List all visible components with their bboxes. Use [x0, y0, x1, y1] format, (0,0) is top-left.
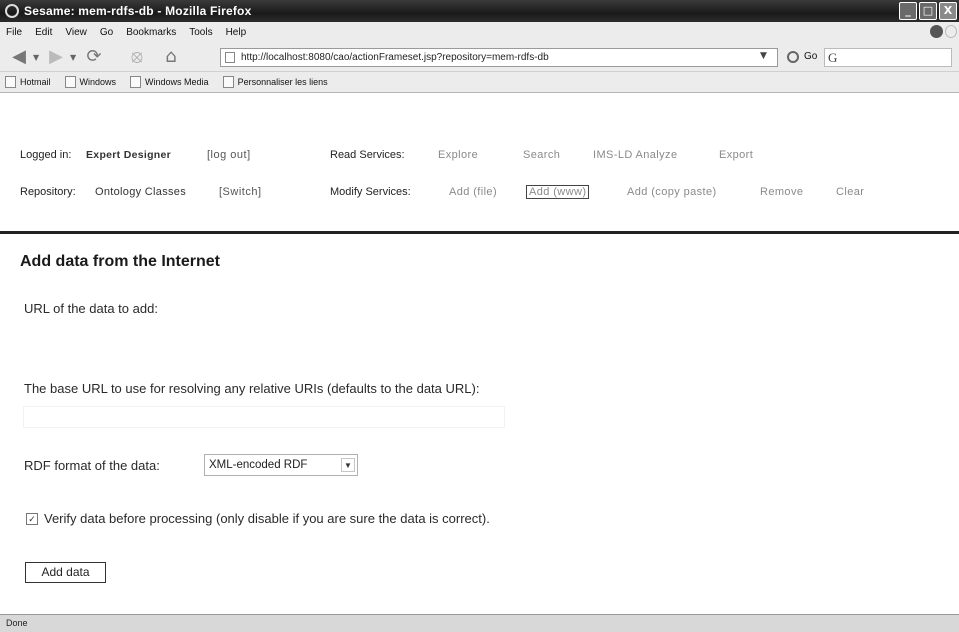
- search-input[interactable]: G: [824, 48, 952, 67]
- rdf-format-label: RDF format of the data:: [24, 458, 160, 473]
- go-icon[interactable]: [787, 51, 799, 63]
- maximize-button[interactable]: □: [919, 2, 937, 20]
- logout-link[interactable]: [log out]: [207, 149, 251, 161]
- read-service-search[interactable]: Search: [523, 149, 560, 161]
- bookmark-label: Personnaliser les liens: [237, 77, 328, 87]
- page-title: Add data from the Internet: [20, 253, 221, 270]
- go-button[interactable]: Go: [804, 51, 817, 62]
- menu-edit[interactable]: Edit: [35, 27, 52, 38]
- stop-icon[interactable]: ⦻: [126, 47, 148, 67]
- bookmark-page-icon: [64, 76, 76, 88]
- modify-service-add-www[interactable]: Add (www): [526, 185, 590, 199]
- bookmark-label: Windows: [79, 77, 117, 87]
- repository-label: Repository:: [20, 186, 76, 198]
- minimize-button[interactable]: _: [899, 2, 917, 20]
- menu-go[interactable]: Go: [100, 27, 113, 38]
- bookmark-page-icon: [222, 76, 234, 88]
- modify-service-add-copy-paste[interactable]: Add (copy paste): [627, 186, 717, 198]
- verify-label: Verify data before processing (only disa…: [44, 511, 490, 526]
- close-button[interactable]: X: [939, 2, 957, 20]
- rdf-format-selected: XML-encoded RDF: [209, 459, 308, 471]
- modify-service-clear[interactable]: Clear: [836, 186, 864, 198]
- status-text: Done: [6, 618, 28, 628]
- logged-in-label: Logged in:: [20, 149, 72, 161]
- bookmark-label: Windows Media: [145, 77, 209, 87]
- forward-dropdown-icon[interactable]: ▼: [70, 53, 76, 62]
- add-data-button[interactable]: Add data: [25, 562, 106, 583]
- back-dropdown-icon[interactable]: ▼: [33, 53, 39, 62]
- bookmark-personnaliser[interactable]: Personnaliser les liens: [222, 76, 328, 88]
- read-service-ims-ld-analyze[interactable]: IMS-LD Analyze: [593, 149, 677, 161]
- navigation-toolbar: ◀ ▼ ▶ ▼ ⟳ ⦻ ⌂ http://localhost:8080/cao/…: [0, 42, 959, 72]
- chevron-down-icon[interactable]: ▼: [341, 458, 355, 472]
- firefox-app-icon: [5, 4, 19, 18]
- menu-tools[interactable]: Tools: [189, 27, 212, 38]
- sesame-header-frame: Logged in: Expert Designer [log out] Rea…: [0, 94, 959, 231]
- address-dropdown-icon[interactable]: ▼: [760, 51, 767, 61]
- bookmark-hotmail[interactable]: Hotmail: [5, 76, 51, 88]
- bookmark-windows-media[interactable]: Windows Media: [130, 76, 209, 88]
- window-controls: _ □ X: [899, 2, 957, 20]
- page-icon: [225, 52, 235, 63]
- modify-service-remove[interactable]: Remove: [760, 186, 803, 198]
- read-service-export[interactable]: Export: [719, 149, 753, 161]
- status-bar: Done: [0, 614, 959, 632]
- throbber-icon: [930, 25, 943, 38]
- home-icon[interactable]: ⌂: [160, 47, 182, 67]
- modify-service-add-file[interactable]: Add (file): [449, 186, 497, 198]
- window-title-bar: Sesame: mem-rdfs-db - Mozilla Firefox _ …: [0, 0, 959, 22]
- reload-icon[interactable]: ⟳: [83, 47, 105, 67]
- base-url-input[interactable]: [23, 406, 505, 428]
- base-url-field-label: The base URL to use for resolving any re…: [24, 381, 480, 396]
- main-content-frame: Add data from the Internet URL of the da…: [0, 234, 959, 614]
- repository-name: Ontology Classes: [95, 186, 187, 198]
- throbber-secondary-icon: [945, 25, 957, 38]
- switch-repository-link[interactable]: [Switch]: [219, 186, 262, 198]
- menu-bookmarks[interactable]: Bookmarks: [126, 27, 176, 38]
- menu-bar: File Edit View Go Bookmarks Tools Help: [0, 22, 959, 42]
- rdf-format-select[interactable]: XML-encoded RDF ▼: [204, 454, 358, 476]
- address-bar[interactable]: http://localhost:8080/cao/actionFrameset…: [220, 48, 778, 67]
- url-field-label: URL of the data to add:: [24, 301, 158, 316]
- modify-services-label: Modify Services:: [330, 186, 411, 198]
- bookmark-windows[interactable]: Windows: [64, 76, 117, 88]
- bookmark-label: Hotmail: [20, 77, 51, 87]
- forward-arrow-icon[interactable]: ▶: [45, 47, 67, 67]
- user-name: Expert Designer: [86, 149, 172, 161]
- read-service-explore[interactable]: Explore: [438, 149, 478, 161]
- menu-file[interactable]: File: [6, 27, 22, 38]
- bookmark-page-icon: [130, 76, 142, 88]
- bookmark-page-icon: [5, 76, 16, 88]
- menu-help[interactable]: Help: [226, 27, 247, 38]
- back-arrow-icon[interactable]: ◀: [8, 47, 30, 67]
- menu-view[interactable]: View: [65, 27, 87, 38]
- window-title: Sesame: mem-rdfs-db - Mozilla Firefox: [24, 4, 252, 18]
- read-services-label: Read Services:: [330, 149, 405, 161]
- verify-checkbox[interactable]: ✓: [26, 513, 38, 525]
- bookmarks-toolbar: Hotmail Windows Windows Media Personnali…: [0, 72, 959, 93]
- address-url: http://localhost:8080/cao/actionFrameset…: [241, 52, 549, 63]
